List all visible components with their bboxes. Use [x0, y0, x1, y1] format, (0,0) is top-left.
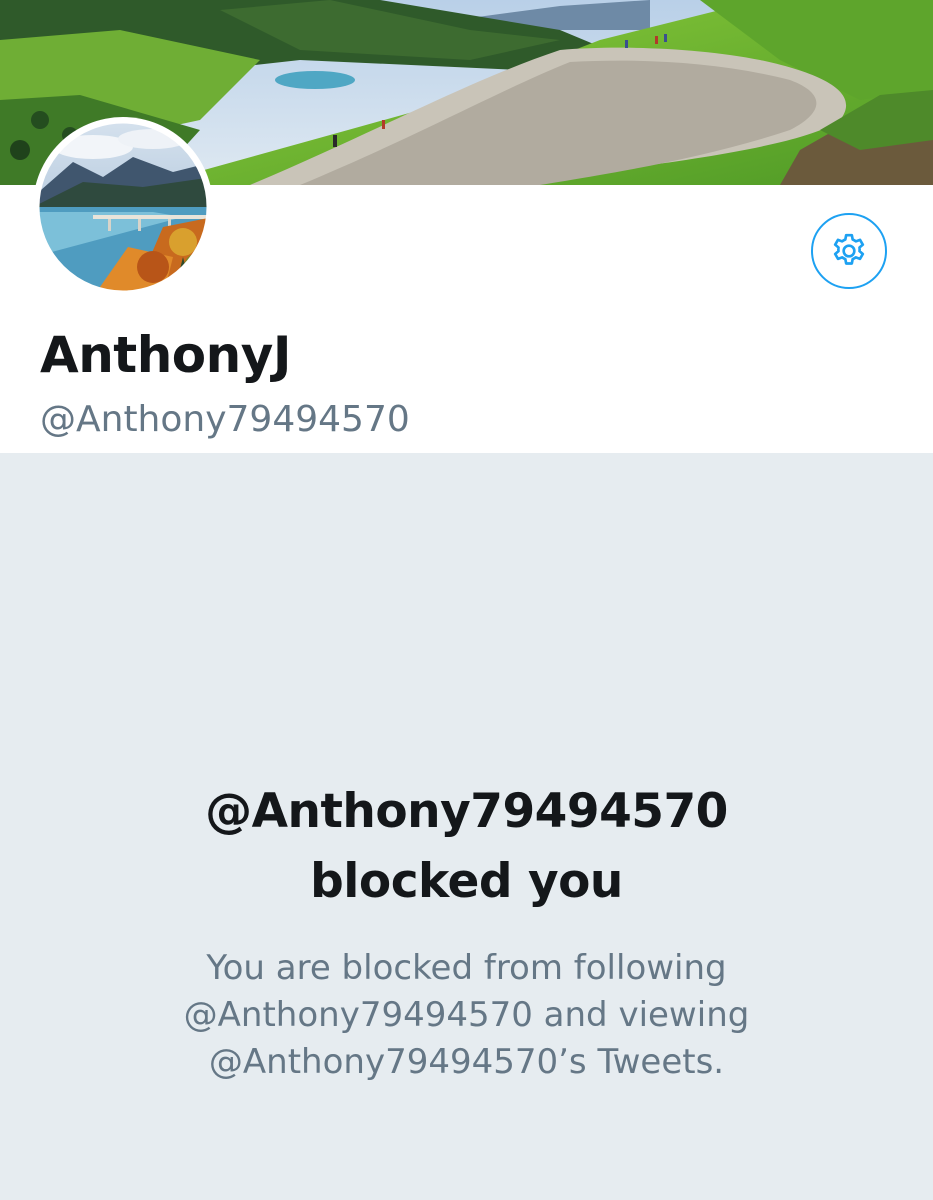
blocked-title-text: blocked you — [310, 854, 623, 909]
blocked-notice-panel: @Anthony79494570 blocked you You are blo… — [0, 453, 933, 1200]
lake-bridge-autumn-image — [38, 122, 208, 292]
profile-display-name: AnthonyJ — [40, 326, 291, 384]
blocked-message: You are blocked from following @Anthony7… — [0, 945, 933, 1086]
blocked-title-handle: @Anthony79494570 — [205, 784, 728, 839]
profile-avatar[interactable] — [33, 117, 213, 297]
blocked-message-line: You are blocked from following — [206, 948, 727, 988]
settings-button[interactable] — [811, 213, 887, 289]
profile-handle: @Anthony79494570 — [40, 399, 410, 440]
blocked-message-line: @Anthony79494570 and viewing — [183, 995, 750, 1035]
gear-icon — [833, 233, 865, 265]
blocked-message-line: @Anthony79494570’s Tweets. — [208, 1042, 725, 1082]
blocked-title: @Anthony79494570 blocked you — [0, 777, 933, 917]
